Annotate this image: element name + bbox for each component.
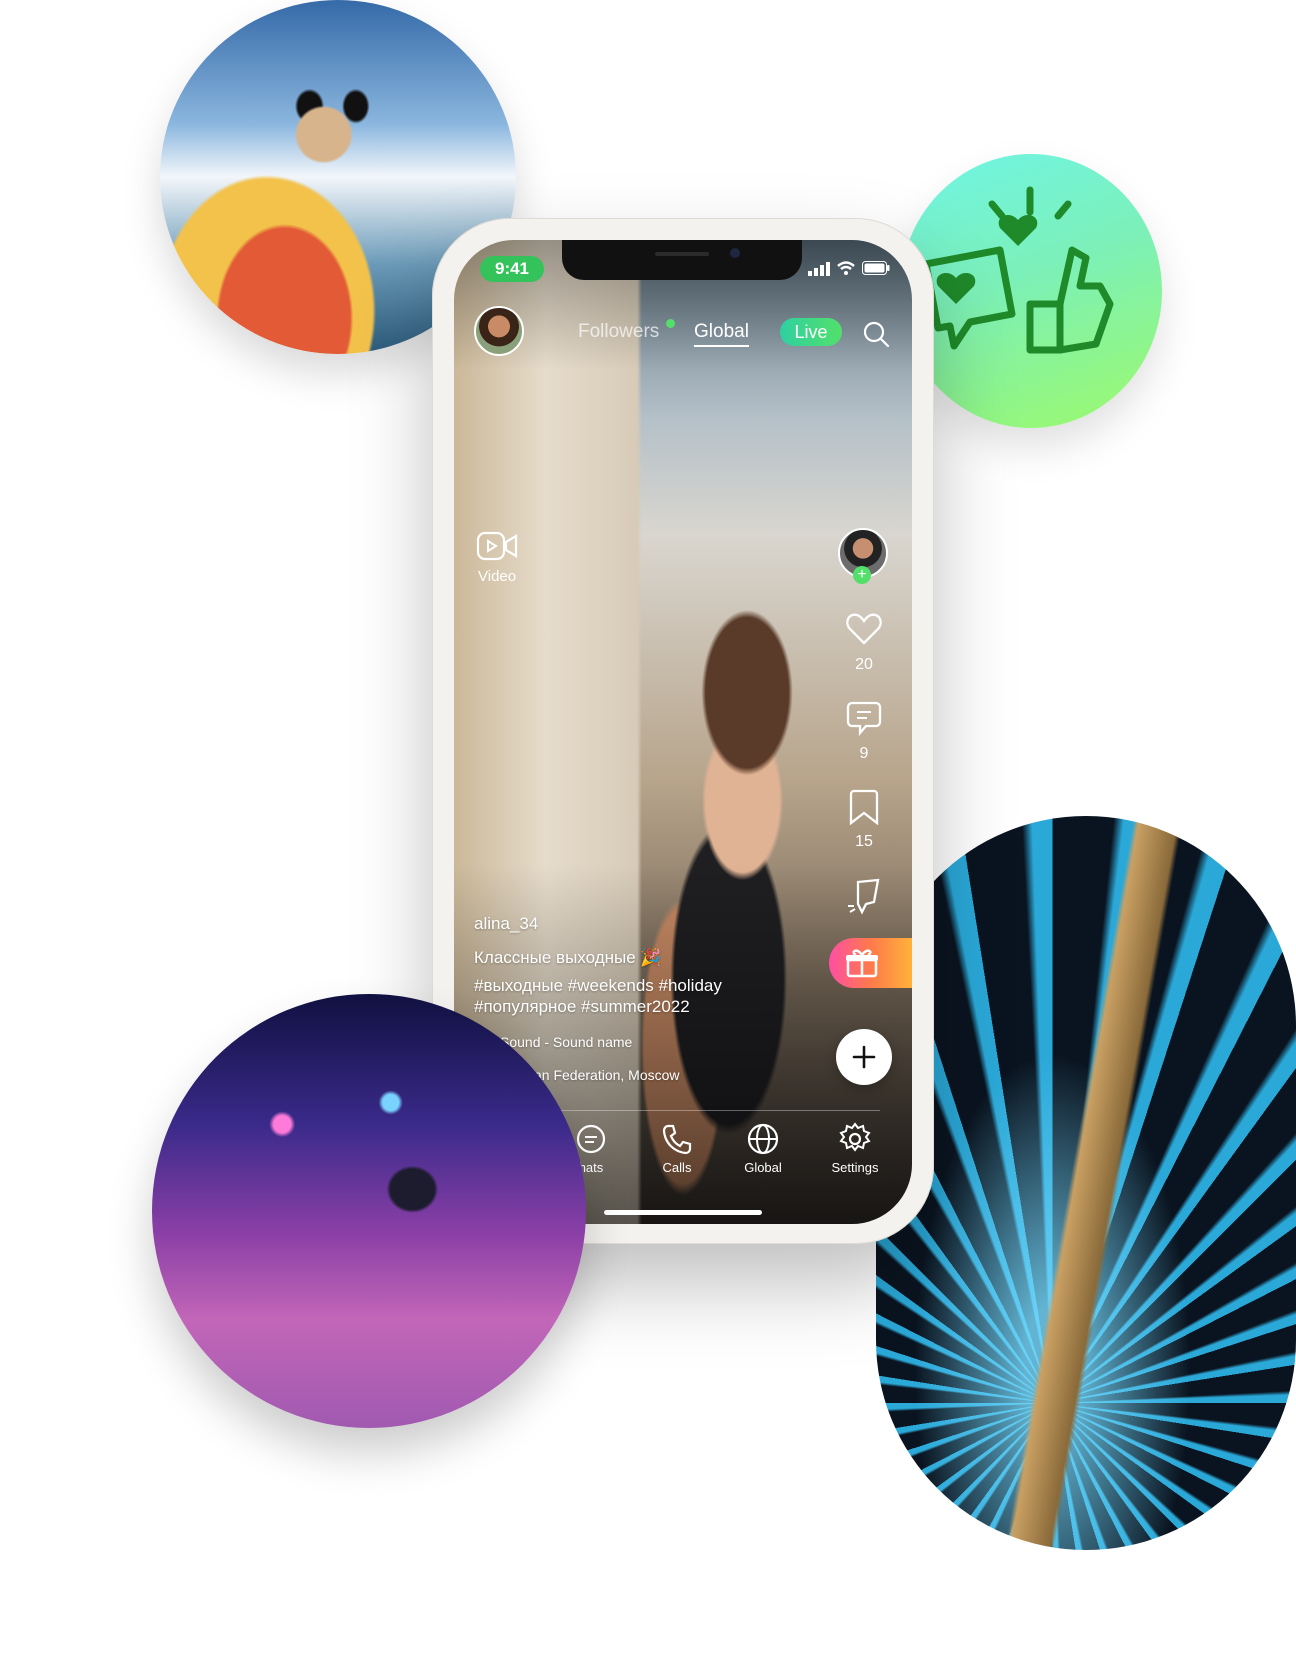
battery-icon (862, 261, 890, 275)
follow-plus-icon[interactable]: + (853, 566, 871, 584)
gift-icon (846, 949, 878, 978)
gear-icon[interactable] (838, 1122, 872, 1156)
nav-global-label[interactable]: Global (723, 1160, 803, 1175)
bookmark-icon[interactable] (848, 788, 880, 826)
post-title: Классные выходные 🎉 (474, 948, 662, 967)
comments-count: 9 (859, 745, 869, 762)
nav-calls-label[interactable]: Calls (637, 1160, 717, 1175)
home-indicator (604, 1210, 762, 1215)
likes-hearts-icon (922, 186, 1114, 354)
status-time: 9:41 (480, 256, 544, 282)
heart-icon[interactable] (846, 612, 882, 646)
tab-live[interactable]: Live (780, 318, 842, 346)
phone-call-icon[interactable] (660, 1122, 694, 1156)
post-location[interactable]: an Federation, Moscow (534, 1067, 680, 1083)
wifi-icon (837, 261, 855, 275)
tab-followers[interactable]: Followers (578, 321, 659, 343)
plus-icon (852, 1045, 876, 1069)
followers-new-dot (666, 319, 675, 328)
create-post-button[interactable] (836, 1029, 892, 1085)
gift-button[interactable] (829, 938, 912, 988)
post-username[interactable]: alina_34 (474, 914, 538, 934)
tab-global[interactable]: Global (694, 321, 749, 347)
burj-khalifa-lights-photo (876, 816, 1296, 1550)
share-icon[interactable] (844, 876, 884, 916)
signal-icon (808, 262, 830, 276)
nav-settings-label[interactable]: Settings (815, 1160, 895, 1175)
video-label: Video (478, 568, 517, 585)
video-camera-icon[interactable] (476, 530, 518, 562)
comment-icon[interactable] (846, 700, 882, 736)
chats-icon[interactable] (574, 1122, 608, 1156)
phone-speaker (655, 252, 709, 256)
profile-avatar[interactable] (474, 306, 524, 356)
front-camera (730, 248, 740, 258)
social-reactions-illustration (900, 154, 1162, 428)
likes-count: 20 (855, 656, 873, 673)
saves-count: 15 (855, 833, 873, 850)
post-hashtags-line1[interactable]: #выходные #weekends #holiday (474, 976, 722, 996)
dancer-night-street-photo (152, 994, 586, 1428)
globe-icon[interactable] (746, 1122, 780, 1156)
search-icon[interactable] (862, 320, 890, 348)
phone-notch (562, 240, 802, 280)
post-sound[interactable]: Sound - Sound name (500, 1034, 632, 1050)
bottom-nav-divider (546, 1110, 880, 1111)
post-hashtags-line2[interactable]: #популярное #summer2022 (474, 997, 690, 1017)
